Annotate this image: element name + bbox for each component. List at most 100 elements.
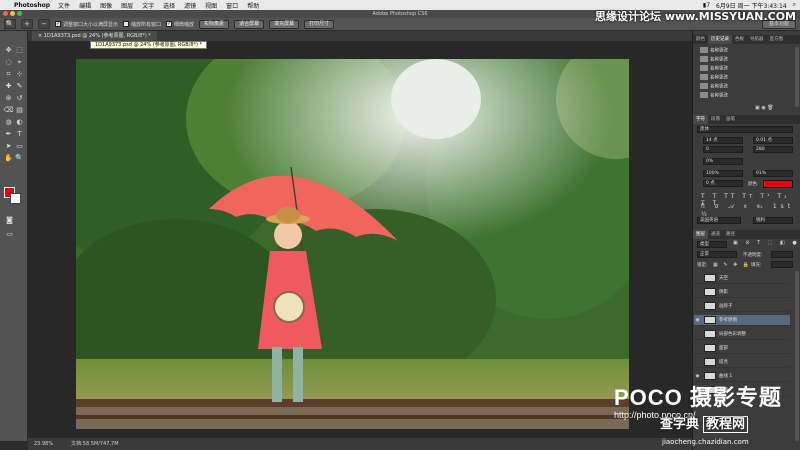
eraser-tool-icon[interactable]: ⌫ (3, 105, 14, 115)
history-item[interactable]: 名称更改 (694, 56, 794, 64)
font-size-field[interactable]: 14 点 (703, 137, 743, 144)
lasso-tool-icon[interactable]: ◌ (3, 57, 14, 67)
history-item[interactable]: 名称更改 (694, 83, 794, 91)
eye-icon[interactable]: ◉ (694, 315, 701, 326)
brush-tool-icon[interactable]: ✎ (14, 81, 25, 91)
menu-item-file[interactable]: 文件 (58, 1, 70, 10)
horizontal-scale-label-field[interactable]: 100% (703, 170, 743, 177)
crop-tool-icon[interactable]: ⌗ (3, 69, 14, 79)
menu-item-view[interactable]: 视图 (205, 1, 217, 10)
rectangle-tool-icon[interactable]: ▭ (14, 141, 25, 151)
font-family-select[interactable]: 黑体 (697, 126, 793, 133)
menu-item-window[interactable]: 窗口 (226, 1, 238, 10)
language-select[interactable]: 美国英语 (697, 217, 741, 224)
camera-icon[interactable]: ◉ (761, 105, 765, 111)
baseline-shift-field[interactable]: 0 点 (703, 180, 743, 187)
menu-item-select[interactable]: 选择 (163, 1, 175, 10)
document-size[interactable]: 文档:58.5M/747.7M (71, 438, 118, 450)
fill-screen-button[interactable]: 填充屏幕 (269, 19, 300, 29)
tab-layers[interactable]: 图层 (693, 230, 708, 239)
layer-row[interactable]: 画脖子 (694, 301, 790, 312)
marquee-tool-icon[interactable]: ⬚ (14, 45, 25, 55)
blend-mode-select[interactable]: 正常 (697, 251, 737, 258)
tab-paragraph[interactable]: 段落 (708, 115, 723, 124)
zoom-out-icon[interactable]: − (38, 19, 50, 29)
trash-icon[interactable]: 🗑 (767, 105, 773, 111)
move-tool-icon[interactable]: ✥ (3, 45, 14, 55)
leading-field[interactable]: 0.01 点 (753, 137, 793, 144)
quick-select-tool-icon[interactable]: ⌖ (14, 57, 25, 67)
layer-row[interactable]: ◉ 参考原图 (694, 315, 790, 326)
layer-row[interactable]: 天空 (694, 273, 790, 284)
zoom-window-icon[interactable] (17, 11, 22, 16)
print-size-button[interactable]: 打印尺寸 (304, 19, 335, 29)
layers-scrollbar[interactable] (795, 271, 799, 441)
tab-brush[interactable]: 画笔 (723, 115, 738, 124)
document-tab[interactable]: × 1D1A9373.psd @ 24% (参考原图, RGB/8*) * (32, 31, 157, 41)
vertical-scale-field[interactable]: 0% (703, 158, 743, 165)
type-tool-icon[interactable]: T (14, 129, 25, 139)
layer-row[interactable]: 面部 (694, 343, 790, 354)
tab-swatches[interactable]: 色板 (732, 35, 747, 44)
kerning-field[interactable]: 0 (703, 146, 743, 153)
new-snapshot-icon[interactable]: ▣ (755, 105, 760, 111)
gradient-tool-icon[interactable]: ▤ (14, 105, 25, 115)
layer-row[interactable]: 阴影 (694, 287, 790, 298)
path-select-tool-icon[interactable]: ➤ (3, 141, 14, 151)
quick-mask-icon[interactable]: ◙ (4, 215, 15, 225)
menu-item-layer[interactable]: 图层 (121, 1, 133, 10)
tab-character[interactable]: 字符 (693, 115, 708, 124)
close-window-icon[interactable] (3, 11, 8, 16)
canvas-area[interactable] (28, 41, 692, 438)
eyedropper-tool-icon[interactable]: ⊹ (14, 69, 25, 79)
opacity-field[interactable] (771, 251, 793, 258)
resize-windows-checkbox[interactable]: ✓ 调整窗口大小以满屏显示 (55, 21, 118, 28)
minimize-window-icon[interactable] (10, 11, 15, 16)
zoom-tool-preset-icon[interactable]: 🔍 (4, 19, 16, 29)
clone-stamp-tool-icon[interactable]: ⊛ (3, 93, 14, 103)
history-item[interactable]: 名称更改 (694, 65, 794, 73)
actual-pixels-button[interactable]: 实际像素 (199, 19, 230, 29)
menu-item-filter[interactable]: 滤镜 (184, 1, 196, 10)
zoom-all-windows-checkbox[interactable]: 缩放所有窗口 (123, 21, 161, 28)
lock-icons[interactable]: ▦ ✎ ✥ 🔒 (713, 262, 751, 268)
opentype-buttons[interactable]: ﬁ σ 𝒜 𝔞 ℡ 1st ½ (701, 203, 800, 218)
layer-filter-icons[interactable]: ▣ ⊘ T ⬚ ◧ ● (733, 240, 800, 246)
tab-history[interactable]: 历史记录 (708, 35, 732, 44)
menu-item-edit[interactable]: 编辑 (79, 1, 91, 10)
pen-tool-icon[interactable]: ✒ (3, 129, 14, 139)
scrubby-zoom-checkbox[interactable]: ✓ 细微缩放 (166, 21, 194, 28)
app-menu[interactable]: Photoshop (14, 2, 50, 9)
antialias-select[interactable]: 锐利 (753, 217, 793, 224)
menu-item-image[interactable]: 图像 (100, 1, 112, 10)
zoom-level[interactable]: 23.98% (34, 438, 53, 450)
zoom-tool-icon[interactable]: 🔍 (14, 153, 25, 163)
fill-field[interactable] (771, 261, 793, 268)
background-color-swatch[interactable] (10, 193, 21, 204)
healing-brush-tool-icon[interactable]: ✚ (3, 81, 14, 91)
history-item[interactable]: 名称更改 (694, 74, 794, 82)
tab-paths[interactable]: 路径 (723, 230, 738, 239)
tab-color[interactable]: 颜色 (693, 35, 708, 44)
text-color-swatch[interactable] (763, 180, 793, 188)
layer-filter-select[interactable]: 类型 (697, 241, 727, 248)
menu-item-type[interactable]: 文字 (142, 1, 154, 10)
tracking-field[interactable]: 280 (753, 146, 793, 153)
hand-tool-icon[interactable]: ✋ (3, 153, 14, 163)
history-item[interactable]: 名称更改 (694, 47, 794, 55)
layer-row[interactable]: 局部色彩调整 (694, 329, 790, 340)
horizontal-scale-field[interactable]: 91% (753, 170, 793, 177)
history-scrollbar[interactable] (795, 47, 799, 107)
menu-item-help[interactable]: 帮助 (247, 1, 259, 10)
fit-screen-button[interactable]: 适合屏幕 (234, 19, 265, 29)
history-item[interactable]: 名称更改 (694, 92, 794, 100)
document-image[interactable] (76, 59, 629, 429)
layer-row[interactable]: 提亮 (694, 357, 790, 368)
zoom-in-icon[interactable]: + (21, 19, 33, 29)
tab-histogram[interactable]: 直方图 (767, 35, 787, 44)
dodge-tool-icon[interactable]: ◐ (14, 117, 25, 127)
screen-mode-icon[interactable]: ▭ (4, 229, 15, 239)
tab-navigator[interactable]: 导航器 (747, 35, 767, 44)
tab-channels[interactable]: 通道 (708, 230, 723, 239)
history-brush-tool-icon[interactable]: ↺ (14, 93, 25, 103)
